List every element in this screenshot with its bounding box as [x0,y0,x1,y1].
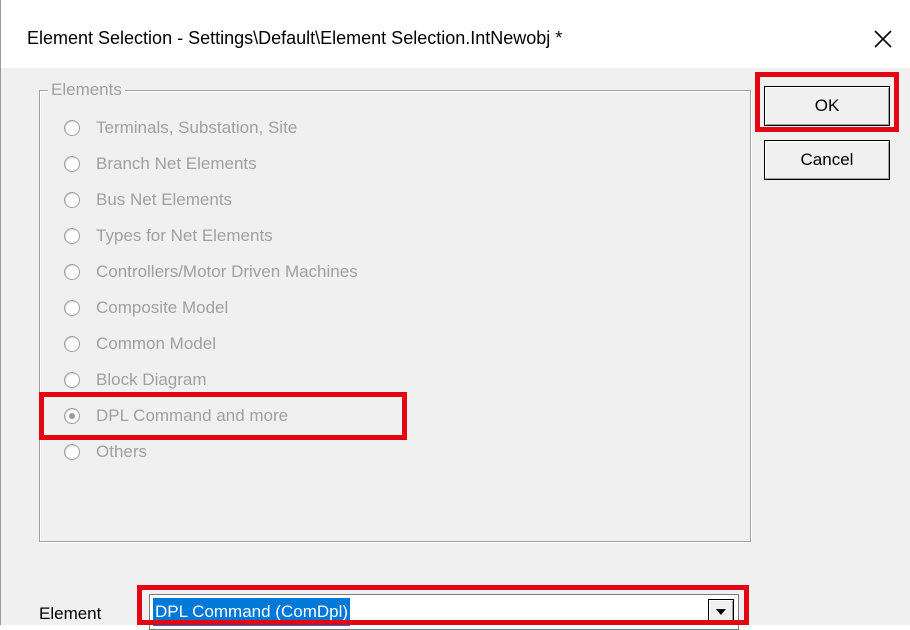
radio-button-icon [64,192,80,208]
radio-button-icon [64,156,80,172]
window-title: Element Selection - Settings\Default\Ele… [27,28,563,48]
radio-controllers-motor-driven-machines[interactable]: Controllers/Motor Driven Machines [64,258,358,286]
radio-button-icon [64,264,80,280]
radio-button-icon [64,120,80,136]
radio-label: Bus Net Elements [96,190,233,209]
dropdown-button[interactable] [708,599,734,625]
close-icon [874,30,892,48]
radio-terminals-substation-site[interactable]: Terminals, Substation, Site [64,114,297,142]
radio-block-diagram[interactable]: Block Diagram [64,366,207,394]
radio-label: Others [96,442,148,461]
radio-button-icon [64,408,80,424]
radio-composite-model[interactable]: Composite Model [64,294,228,322]
radio-label: Composite Model [96,298,229,317]
radio-types-for-net-elements[interactable]: Types for Net Elements [64,222,273,250]
element-combobox-value: DPL Command (ComDpl) [153,598,351,626]
radio-others[interactable]: Others [64,438,147,466]
radio-label: DPL Command and more [96,406,289,425]
radio-bus-net-elements[interactable]: Bus Net Elements [64,186,232,214]
dialog-content: Elements Terminals, Substation, Site Bra… [1,68,910,630]
radio-button-icon [64,228,80,244]
element-selection-dialog: Element Selection - Settings\Default\Ele… [0,0,910,630]
elements-groupbox: Elements Terminals, Substation, Site Bra… [39,80,751,542]
radio-branch-net-elements[interactable]: Branch Net Elements [64,150,257,178]
ok-button[interactable]: OK [764,86,890,126]
radio-selected-dot [69,413,75,419]
cancel-button[interactable]: Cancel [764,140,890,180]
radio-button-icon [64,372,80,388]
close-button[interactable] [863,22,903,56]
radio-button-icon [64,300,80,316]
dropdown-arrow-icon [716,609,726,615]
radio-label: Common Model [96,334,216,353]
radio-label: Branch Net Elements [96,154,257,173]
title-bar: Element Selection - Settings\Default\Ele… [1,0,910,68]
elements-legend: Elements [48,80,125,100]
radio-label: Controllers/Motor Driven Machines [96,262,358,281]
radio-button-icon [64,336,80,352]
radio-dpl-command-and-more[interactable]: DPL Command and more [64,402,288,430]
radio-button-icon [64,444,80,460]
radio-label: Block Diagram [96,370,207,389]
element-label: Element [39,604,102,623]
radio-common-model[interactable]: Common Model [64,330,216,358]
radio-label: Terminals, Substation, Site [96,118,298,137]
radio-label: Types for Net Elements [96,226,273,245]
